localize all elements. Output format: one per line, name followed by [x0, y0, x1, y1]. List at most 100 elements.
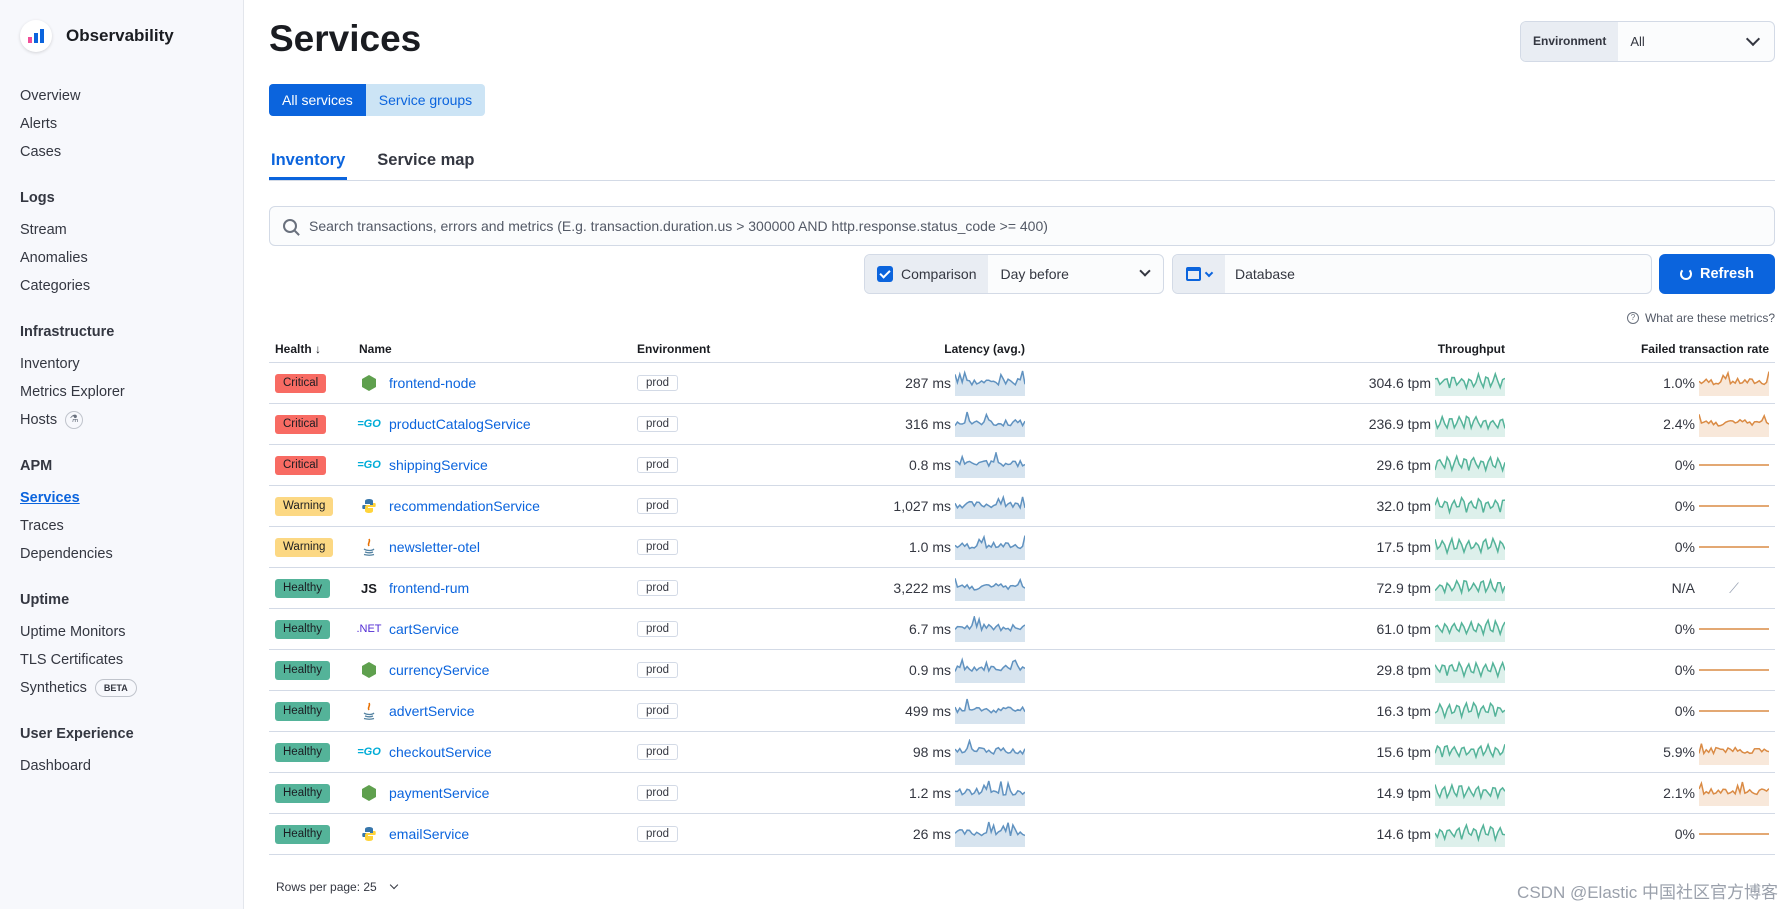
sidebar-item-cases[interactable]: Cases: [20, 138, 230, 166]
sidebar-item-hosts[interactable]: Hosts ⚗: [20, 406, 230, 434]
latency-value: 3,222 ms: [893, 580, 951, 596]
service-name-link[interactable]: advertService: [389, 703, 475, 719]
latency-cell: 26 ms: [913, 814, 1025, 854]
failed-cell: 5.9%: [1663, 732, 1769, 772]
col-failed-rate[interactable]: Failed transaction rate: [1641, 342, 1769, 356]
refresh-label: Refresh: [1700, 266, 1754, 282]
latency-sparkline: [955, 493, 1025, 519]
throughput-value: 304.6 tpm: [1368, 375, 1431, 391]
health-badge: Healthy: [275, 578, 330, 598]
chevron-down-icon: [389, 880, 398, 890]
health-cell: Healthy: [275, 609, 330, 649]
rows-per-page[interactable]: Rows per page: 25: [276, 880, 398, 894]
latency-cell: 0.9 ms: [909, 650, 1025, 690]
throughput-value: 29.8 tpm: [1376, 662, 1431, 678]
failed-cell: 0%: [1675, 650, 1769, 690]
sidebar-item-alerts[interactable]: Alerts: [20, 110, 230, 138]
sidebar-item-anomalies[interactable]: Anomalies: [20, 244, 230, 272]
sidebar-item-dependencies[interactable]: Dependencies: [20, 540, 230, 568]
latency-sparkline: [955, 370, 1025, 396]
sidebar-item-label: Synthetics: [20, 680, 87, 696]
comparison-select[interactable]: Day before: [988, 255, 1163, 293]
tab-inventory[interactable]: Inventory: [269, 140, 348, 180]
chart-empty-icon: ⟋: [1729, 579, 1739, 596]
failed-value: 0%: [1674, 539, 1695, 555]
col-name[interactable]: Name: [359, 342, 392, 356]
go-icon: =GO: [357, 746, 381, 758]
sidebar-item-traces[interactable]: Traces: [20, 512, 230, 540]
comparison-checkbox[interactable]: Comparison: [865, 255, 989, 293]
failed-cell: 0%: [1675, 527, 1769, 567]
latency-cell: 3,222 ms: [893, 568, 1025, 608]
throughput-value: 29.6 tpm: [1376, 457, 1431, 473]
service-name-link[interactable]: frontend-rum: [389, 580, 469, 596]
search-input[interactable]: [309, 218, 1709, 234]
nav-heading: Uptime: [20, 592, 70, 608]
date-range-input[interactable]: Database: [1225, 255, 1305, 293]
brand[interactable]: Observability: [20, 20, 174, 52]
throughput-sparkline: [1435, 493, 1505, 519]
sidebar-item-stream[interactable]: Stream: [20, 216, 230, 244]
sidebar-item-services[interactable]: Services: [20, 484, 230, 512]
refresh-button[interactable]: Refresh: [1659, 254, 1775, 294]
service-name-link[interactable]: currencyService: [389, 662, 489, 678]
latency-value: 287 ms: [905, 375, 951, 391]
latency-cell: 0.8 ms: [909, 445, 1025, 485]
metrics-help-text: What are these metrics?: [1644, 311, 1775, 325]
failed-value: 2.4%: [1663, 416, 1695, 432]
sidebar-item-label: Categories: [20, 278, 91, 294]
metrics-help-link[interactable]: ? What are these metrics?: [1626, 311, 1775, 325]
environment-cell: prod: [637, 363, 679, 403]
health-badge: Healthy: [275, 783, 330, 803]
sidebar-item-dashboard[interactable]: Dashboard: [20, 752, 230, 780]
latency-value: 0.9 ms: [908, 662, 951, 678]
sidebar-item-tls-certificates[interactable]: TLS Certificates: [20, 646, 230, 674]
health-cell: Healthy: [275, 814, 330, 854]
service-name-link[interactable]: paymentService: [389, 785, 489, 801]
col-throughput[interactable]: Throughput: [1438, 342, 1505, 356]
col-environment[interactable]: Environment: [637, 342, 710, 356]
quick-select-button[interactable]: [1173, 255, 1225, 293]
sidebar-item-uptime-monitors[interactable]: Uptime Monitors: [20, 618, 230, 646]
all-services-button[interactable]: All services: [269, 84, 366, 116]
service-name-link[interactable]: emailService: [389, 826, 469, 842]
service-name-link[interactable]: frontend-node: [389, 375, 476, 391]
failed-value: 5.9%: [1663, 744, 1695, 760]
col-latency[interactable]: Latency (avg.): [944, 342, 1025, 356]
service-name-link[interactable]: cartService: [389, 621, 459, 637]
environment-badge: prod: [637, 539, 679, 555]
throughput-cell: 304.6 tpm: [1369, 363, 1505, 403]
sidebar-item-categories[interactable]: Categories: [20, 272, 230, 300]
environment-select[interactable]: Environment All: [1520, 21, 1775, 62]
table-row: Critical =GO productCatalogService prod 316 …: [269, 404, 1775, 445]
tab-service-map[interactable]: Service map: [375, 140, 476, 180]
service-name-link[interactable]: recommendationService: [389, 498, 540, 514]
name-cell: advertService: [359, 691, 475, 731]
environment-badge: prod: [637, 457, 679, 473]
sidebar-item-label: Alerts: [20, 116, 58, 132]
sidebar-item-inventory[interactable]: Inventory: [20, 350, 230, 378]
dotnet-icon: .NET: [356, 623, 382, 635]
service-name-link[interactable]: checkoutService: [389, 744, 492, 760]
service-name-link[interactable]: shippingService: [389, 457, 488, 473]
service-name-link[interactable]: productCatalogService: [389, 416, 531, 432]
failed-cell: 0%: [1675, 609, 1769, 649]
sidebar-item-synthetics[interactable]: Synthetics BETA: [20, 674, 230, 702]
health-badge: Critical: [275, 455, 327, 475]
search-icon: [283, 219, 297, 233]
rows-per-page-label: Rows per page: 25: [276, 880, 377, 894]
service-groups-button[interactable]: Service groups: [365, 84, 486, 116]
failed-value: 0%: [1674, 621, 1695, 637]
calendar-icon: [1186, 267, 1201, 281]
health-cell: Critical: [275, 404, 327, 444]
latency-sparkline: [955, 411, 1025, 437]
sidebar-item-label: Cases: [20, 144, 62, 160]
sidebar-item-metrics-explorer[interactable]: Metrics Explorer: [20, 378, 230, 406]
failed-sparkline: [1699, 698, 1769, 724]
failed-cell: 0%: [1675, 486, 1769, 526]
col-health[interactable]: Health ↓: [275, 342, 321, 356]
environment-cell: prod: [637, 404, 679, 444]
service-name-link[interactable]: newsletter-otel: [389, 539, 480, 555]
sidebar-item-overview[interactable]: Overview: [20, 82, 230, 110]
java-icon: [359, 538, 379, 556]
